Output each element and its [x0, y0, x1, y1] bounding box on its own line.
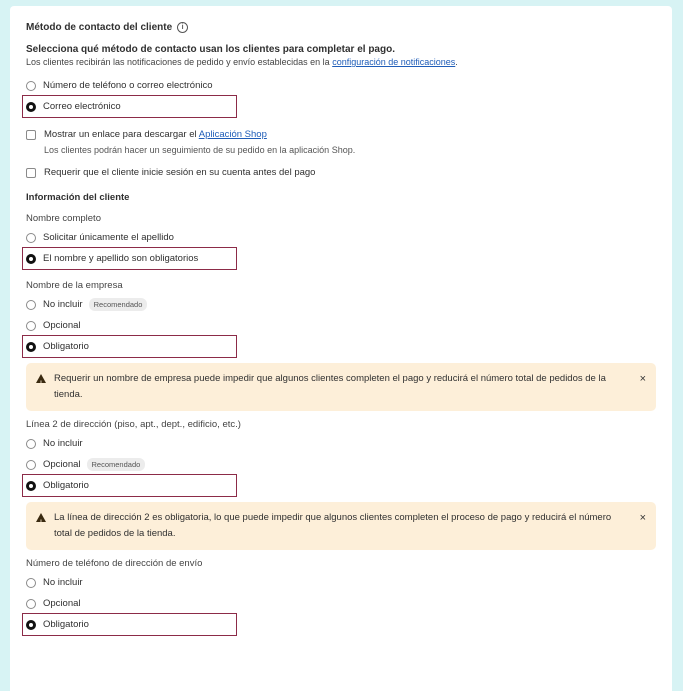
warning-icon: !	[36, 513, 46, 526]
company-warning-banner: ! Requerir un nombre de empresa puede im…	[26, 363, 656, 411]
radio-button[interactable]	[26, 598, 36, 609]
full-name-option-last-only[interactable]: Solicitar únicamente el apellido	[26, 227, 656, 248]
warning-icon: !	[36, 374, 46, 387]
shop-app-description: Los clientes podrán hacer un seguimiento…	[44, 145, 356, 155]
radio-button-selected[interactable]	[26, 253, 36, 264]
contact-method-heading: Método de contacto del cliente i	[26, 20, 656, 34]
contact-method-description: Los clientes recibirán las notificacione…	[26, 57, 458, 67]
radio-button-selected[interactable]	[26, 619, 36, 630]
full-name-option-required[interactable]: El nombre y apellido son obligatorios	[22, 247, 237, 270]
notifications-settings-link[interactable]: configuración de notificaciones	[332, 57, 455, 67]
shop-app-checkbox-row[interactable]: Mostrar un enlace para descargar el Apli…	[26, 129, 656, 140]
company-option-exclude[interactable]: No incluir Recomendado	[26, 294, 656, 315]
radio-button[interactable]	[26, 459, 36, 470]
contact-option-email[interactable]: Correo electrónico	[22, 95, 237, 118]
info-icon[interactable]: i	[177, 21, 189, 33]
checkbox[interactable]	[26, 168, 36, 178]
checkout-settings-card: Método de contacto del cliente i Selecci…	[10, 6, 672, 691]
radio-button[interactable]	[26, 320, 36, 331]
contact-method-lead: Selecciona qué método de contacto usan l…	[26, 44, 395, 55]
radio-button-selected[interactable]	[26, 341, 36, 352]
shipping-phone-option-exclude[interactable]: No incluir	[26, 572, 656, 593]
address2-option-optional[interactable]: Opcional Recomendado	[26, 454, 656, 475]
close-icon[interactable]: ×	[640, 510, 646, 526]
recommended-badge: Recomendado	[88, 298, 148, 311]
company-option-required[interactable]: Obligatorio	[22, 335, 237, 358]
radio-button[interactable]	[26, 577, 36, 588]
company-name-label: Nombre de la empresa	[26, 280, 123, 291]
shipping-phone-label: Número de teléfono de dirección de envío	[26, 558, 203, 569]
shipping-phone-option-required[interactable]: Obligatorio	[22, 613, 237, 636]
shop-app-link[interactable]: Aplicación Shop	[199, 129, 267, 140]
full-name-label: Nombre completo	[26, 213, 101, 224]
address-line2-label: Línea 2 de dirección (piso, apt., dept.,…	[26, 419, 241, 430]
address2-warning-banner: ! La línea de dirección 2 es obligatoria…	[26, 502, 656, 550]
require-login-checkbox-row[interactable]: Requerir que el cliente inicie sesión en…	[26, 167, 656, 178]
radio-button[interactable]	[26, 438, 36, 449]
address2-option-exclude[interactable]: No incluir	[26, 433, 656, 454]
contact-option-phone-or-email[interactable]: Número de teléfono o correo electrónico	[26, 75, 656, 96]
company-option-optional[interactable]: Opcional	[26, 315, 656, 336]
shipping-phone-option-optional[interactable]: Opcional	[26, 593, 656, 614]
close-icon[interactable]: ×	[640, 371, 646, 387]
customer-info-heading: Información del cliente	[26, 192, 130, 203]
radio-button[interactable]	[26, 299, 36, 310]
radio-button[interactable]	[26, 80, 36, 91]
radio-button-selected[interactable]	[26, 101, 36, 112]
checkbox[interactable]	[26, 130, 36, 140]
radio-button[interactable]	[26, 232, 36, 243]
radio-button-selected[interactable]	[26, 480, 36, 491]
recommended-badge: Recomendado	[86, 458, 146, 471]
address2-option-required[interactable]: Obligatorio	[22, 474, 237, 497]
